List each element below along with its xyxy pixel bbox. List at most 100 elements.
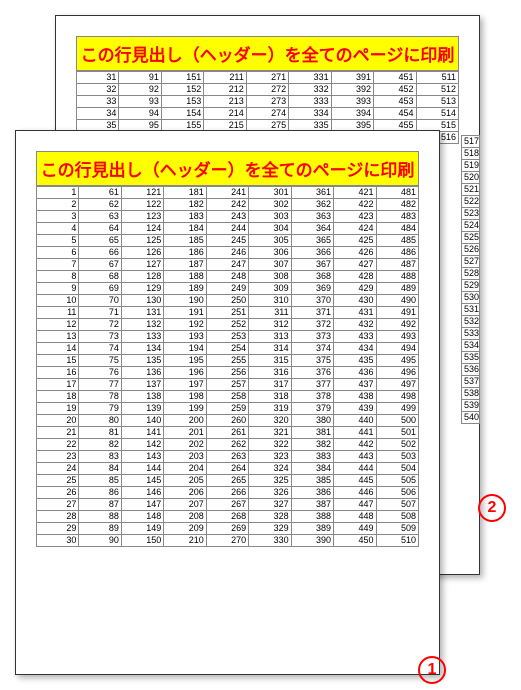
- table-cell: 145: [121, 475, 163, 487]
- table-cell: 150: [121, 535, 163, 547]
- table-cell: 198: [164, 391, 206, 403]
- table-cell: 125: [121, 235, 163, 247]
- table-cell: 435: [334, 355, 376, 367]
- table-row: 363123183243303363423483: [37, 211, 419, 223]
- table-cell: 126: [121, 247, 163, 259]
- table-cell: 534: [462, 340, 480, 352]
- table-cell: 124: [121, 223, 163, 235]
- table-cell: 11: [37, 307, 79, 319]
- table-cell: 252: [206, 319, 248, 331]
- table-cell: 428: [334, 271, 376, 283]
- table-cell: 274: [246, 108, 288, 120]
- table-cell: 20: [37, 415, 79, 427]
- table-row: 534: [462, 340, 480, 352]
- table-cell: 421: [334, 187, 376, 199]
- table-cell: 366: [291, 247, 333, 259]
- table-cell: 131: [121, 307, 163, 319]
- table-cell: 528: [462, 268, 480, 280]
- table-cell: 242: [206, 199, 248, 211]
- table-cell: 188: [164, 271, 206, 283]
- table-cell: 185: [164, 235, 206, 247]
- table-row: 1575135195255315375435495: [37, 355, 419, 367]
- table-cell: 445: [334, 475, 376, 487]
- table-cell: 247: [206, 259, 248, 271]
- table-cell: 315: [249, 355, 291, 367]
- table-cell: 441: [334, 427, 376, 439]
- table-cell: 264: [206, 463, 248, 475]
- table-row: 2383143203263323383443503: [37, 451, 419, 463]
- table-cell: 30: [37, 535, 79, 547]
- table-cell: 74: [79, 343, 121, 355]
- table-cell: 487: [376, 259, 419, 271]
- table-row: 767127187247307367427487: [37, 259, 419, 271]
- table-cell: 390: [291, 535, 333, 547]
- table-cell: 153: [161, 96, 203, 108]
- table-cell: 376: [291, 367, 333, 379]
- table-cell: 311: [249, 307, 291, 319]
- table-cell: 75: [79, 355, 121, 367]
- table-cell: 489: [376, 283, 419, 295]
- table-row: 1373133193253313373433493: [37, 331, 419, 343]
- table-cell: 437: [334, 379, 376, 391]
- table-cell: 83: [79, 451, 121, 463]
- table-cell: 505: [376, 475, 419, 487]
- table-cell: 189: [164, 283, 206, 295]
- table-cell: 34: [77, 108, 119, 120]
- table-cell: 320: [249, 415, 291, 427]
- table-cell: 17: [37, 379, 79, 391]
- table-cell: 210: [164, 535, 206, 547]
- table-cell: 316: [249, 367, 291, 379]
- table-cell: 443: [334, 451, 376, 463]
- table-cell: 259: [206, 403, 248, 415]
- table-cell: 266: [206, 487, 248, 499]
- table-row: 2888148208268328388448508: [37, 511, 419, 523]
- table-cell: 268: [206, 511, 248, 523]
- table-cell: 272: [246, 84, 288, 96]
- table-cell: 496: [376, 367, 419, 379]
- table-cell: 319: [249, 403, 291, 415]
- table-cell: 190: [164, 295, 206, 307]
- table-cell: 302: [249, 199, 291, 211]
- table-cell: 381: [291, 427, 333, 439]
- table-cell: 328: [249, 511, 291, 523]
- table-cell: 537: [462, 376, 480, 388]
- table-cell: 154: [161, 108, 203, 120]
- table-cell: 260: [206, 415, 248, 427]
- table-cell: 208: [164, 511, 206, 523]
- table-cell: 19: [37, 403, 79, 415]
- table-cell: 141: [121, 427, 163, 439]
- table-cell: 14: [37, 343, 79, 355]
- table-cell: 18: [37, 391, 79, 403]
- table-cell: 535: [462, 352, 480, 364]
- table-row: 1171131191251311371431491: [37, 307, 419, 319]
- table-row: 529: [462, 280, 480, 292]
- table-cell: 312: [249, 319, 291, 331]
- table-row: 161121181241301361421481: [37, 187, 419, 199]
- table-row: 517: [462, 136, 480, 148]
- table-row: 528: [462, 268, 480, 280]
- table-cell: 518: [462, 148, 480, 160]
- table-row: 527: [462, 256, 480, 268]
- table-row: 3494154214274334394454514: [77, 108, 459, 120]
- table-cell: 24: [37, 463, 79, 475]
- table-cell: 372: [291, 319, 333, 331]
- table-cell: 92: [119, 84, 161, 96]
- table-cell: 130: [121, 295, 163, 307]
- table-cell: 203: [164, 451, 206, 463]
- table-cell: 500: [376, 415, 419, 427]
- table-cell: 63: [79, 211, 121, 223]
- table-row: 666126186246306366426486: [37, 247, 419, 259]
- table-cell: 197: [164, 379, 206, 391]
- table-row: 533: [462, 328, 480, 340]
- page-number-2: 2: [478, 488, 506, 522]
- table-cell: 486: [376, 247, 419, 259]
- table-cell: 385: [291, 475, 333, 487]
- table-cell: 438: [334, 391, 376, 403]
- table-cell: 301: [249, 187, 291, 199]
- table-cell: 273: [246, 96, 288, 108]
- table-cell: 513: [416, 96, 459, 108]
- table-cell: 88: [79, 511, 121, 523]
- table-cell: 93: [119, 96, 161, 108]
- table-cell: 331: [289, 72, 331, 84]
- table-cell: 497: [376, 379, 419, 391]
